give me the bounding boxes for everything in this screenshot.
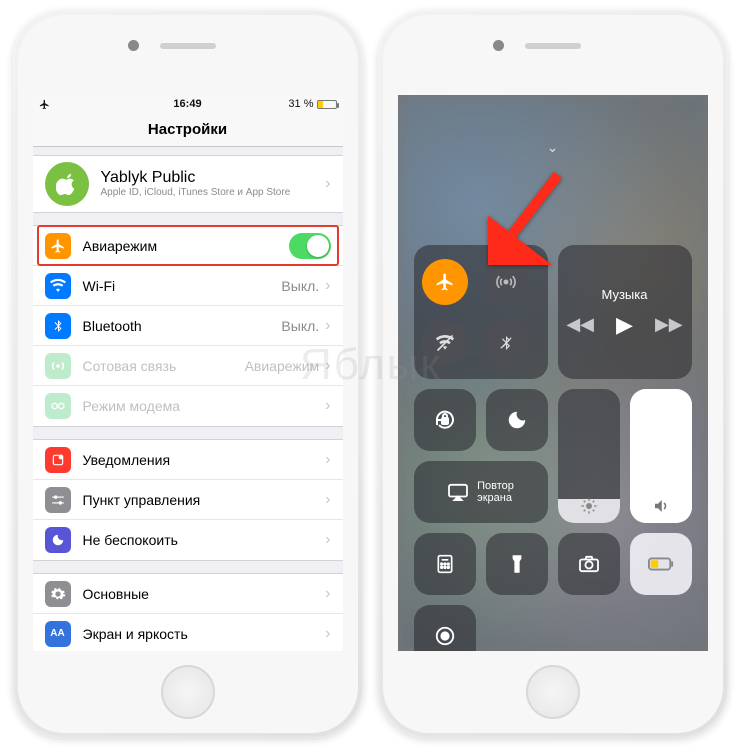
battery-icon — [317, 100, 337, 109]
airplane-toggle[interactable] — [289, 233, 331, 259]
chevron-right-icon: › — [325, 491, 330, 509]
settings-screen: 16:49 31 % Настройки Yablyk Public Appl — [33, 95, 343, 651]
volume-slider[interactable] — [630, 389, 692, 523]
navbar-title: Настройки — [33, 113, 343, 147]
chevron-right-icon: › — [325, 397, 330, 415]
chevron-right-icon: › — [325, 277, 330, 295]
prev-track-icon[interactable]: ◀◀ — [566, 314, 594, 335]
flashlight-tile[interactable] — [486, 533, 548, 595]
status-battery-pct: 31 % — [288, 98, 313, 110]
mirror-label: Повтор экрана — [477, 480, 514, 504]
dnd-label: Не беспокоить — [83, 532, 326, 548]
control-center-screen: ⌄ — [398, 95, 708, 651]
wifi-icon — [45, 273, 71, 299]
avatar — [45, 162, 89, 206]
notifications-row[interactable]: Уведомления › — [33, 440, 343, 480]
chevron-right-icon: › — [325, 175, 330, 193]
hotspot-label: Режим модема — [83, 398, 326, 414]
airplane-icon — [45, 233, 71, 259]
control-center-row[interactable]: Пункт управления › — [33, 480, 343, 520]
dnd-tile[interactable] — [486, 389, 548, 451]
airplane-mode-row[interactable]: Авиарежим — [33, 226, 343, 266]
apple-id-name: Yablyk Public — [101, 169, 326, 187]
wifi-row[interactable]: Wi-Fi Выкл. › — [33, 266, 343, 306]
hotspot-icon — [45, 393, 71, 419]
display-label: Экран и яркость — [83, 626, 326, 642]
wifi-value: Выкл. — [281, 278, 319, 294]
control-center-icon — [45, 487, 71, 513]
cc-wifi-button[interactable] — [422, 320, 468, 366]
control-center-label: Пункт управления — [83, 492, 326, 508]
screen-mirroring-tile[interactable]: Повтор экрана — [414, 461, 548, 523]
iphone-left: 16:49 31 % Настройки Yablyk Public Appl — [13, 10, 363, 738]
gear-icon — [45, 581, 71, 607]
display-row[interactable]: AA Экран и яркость › — [33, 614, 343, 651]
cc-airplane-button[interactable] — [422, 259, 468, 305]
arrow-annotation — [488, 165, 568, 265]
dnd-icon — [45, 527, 71, 553]
airplane-label: Авиарежим — [83, 238, 289, 254]
music-tile[interactable]: Музыка ◀◀ ▶ ▶▶ — [558, 245, 692, 379]
screen-record-tile[interactable] — [414, 605, 476, 651]
general-label: Основные — [83, 586, 326, 602]
bluetooth-value: Выкл. — [281, 318, 319, 334]
cellular-value: Авиарежим — [245, 358, 320, 374]
play-icon[interactable]: ▶ — [616, 312, 633, 338]
dnd-row[interactable]: Не беспокоить › — [33, 520, 343, 560]
cellular-label: Сотовая связь — [83, 358, 245, 374]
volume-icon — [651, 497, 671, 515]
display-icon: AA — [45, 621, 71, 647]
bluetooth-icon — [45, 313, 71, 339]
chevron-right-icon: › — [325, 585, 330, 603]
general-row[interactable]: Основные › — [33, 574, 343, 614]
airplane-status-icon — [39, 99, 50, 110]
chevron-right-icon: › — [325, 451, 330, 469]
wifi-label: Wi-Fi — [83, 278, 282, 294]
music-title: Музыка — [602, 287, 648, 302]
apple-id-sub: Apple ID, iCloud, iTunes Store и App Sto… — [101, 187, 326, 199]
camera-tile[interactable] — [558, 533, 620, 595]
orientation-lock-tile[interactable] — [414, 389, 476, 451]
brightness-slider[interactable] — [558, 389, 620, 523]
connectivity-tile[interactable] — [414, 245, 548, 379]
notifications-icon — [45, 447, 71, 473]
bluetooth-label: Bluetooth — [83, 318, 282, 334]
cellular-icon — [45, 353, 71, 379]
chevron-right-icon: › — [325, 317, 330, 335]
home-button[interactable] — [161, 665, 215, 719]
iphone-right: ⌄ — [378, 10, 728, 738]
notifications-label: Уведомления — [83, 452, 326, 468]
bluetooth-row[interactable]: Bluetooth Выкл. › — [33, 306, 343, 346]
apple-id-row[interactable]: Yablyk Public Apple ID, iCloud, iTunes S… — [33, 156, 343, 212]
cellular-row: Сотовая связь Авиарежим › — [33, 346, 343, 386]
hotspot-row: Режим модема › — [33, 386, 343, 426]
brightness-icon — [580, 497, 598, 515]
status-bar: 16:49 31 % — [33, 95, 343, 113]
cc-cellular-button[interactable] — [483, 259, 529, 305]
chevron-right-icon: › — [325, 357, 330, 375]
chevron-right-icon: › — [325, 625, 330, 643]
cc-bluetooth-button[interactable] — [483, 320, 529, 366]
home-button[interactable] — [526, 665, 580, 719]
status-time: 16:49 — [173, 98, 201, 110]
chevron-right-icon: › — [325, 531, 330, 549]
grabber-icon[interactable]: ⌄ — [547, 139, 559, 156]
calculator-tile[interactable] — [414, 533, 476, 595]
low-power-tile[interactable] — [630, 533, 692, 595]
next-track-icon[interactable]: ▶▶ — [655, 314, 683, 335]
